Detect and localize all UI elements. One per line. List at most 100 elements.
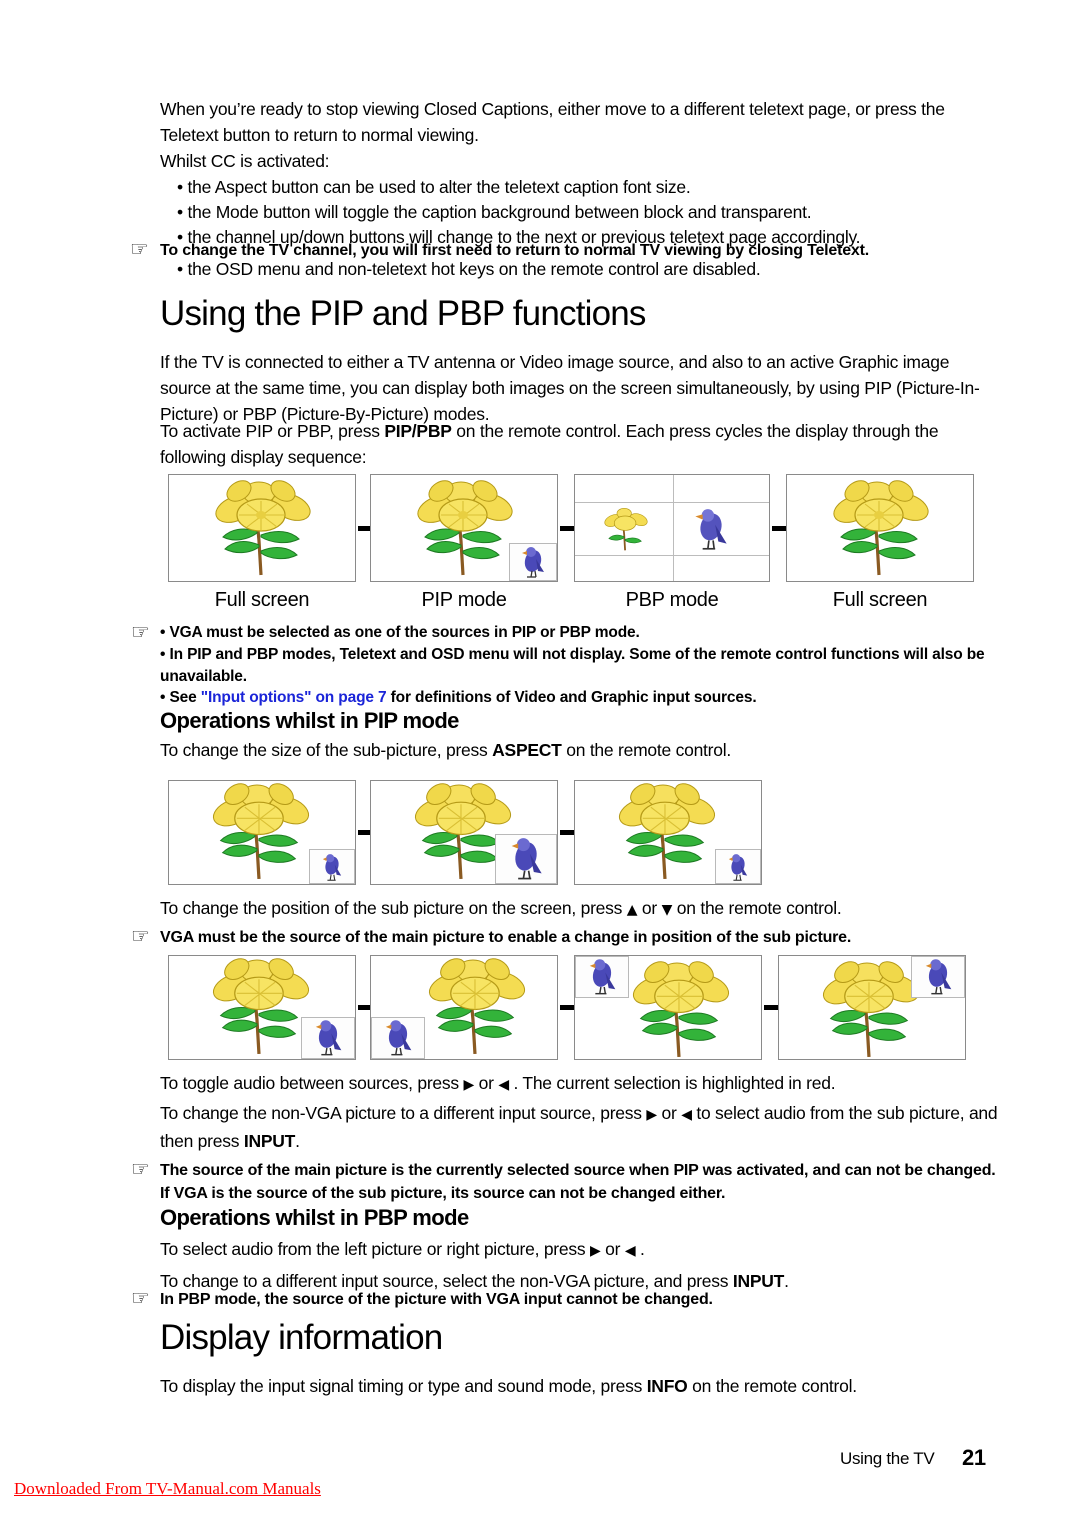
audio-para-a: To toggle audio between sources, press xyxy=(160,1073,464,1093)
tv-panel-pip-mode xyxy=(370,474,558,582)
arrow-left-icon: ◀ xyxy=(624,1243,636,1259)
pip-paragraph-1: If the TV is connected to either a TV an… xyxy=(160,352,980,424)
bird-image xyxy=(315,1020,342,1056)
bullet-glyph: • xyxy=(160,624,166,641)
tv-panel-pos-top-right xyxy=(778,955,966,1060)
caption-full-screen-1: Full screen xyxy=(214,589,310,611)
flower-image xyxy=(632,961,730,1058)
audio-para-mid: or xyxy=(474,1073,499,1093)
pip-paragraph-2: To activate PIP or PBP, press PIP/PBP on… xyxy=(160,418,1000,470)
subheading-pip-operations: Operations whilst in PIP mode xyxy=(160,708,459,733)
tv-panel-pos-bottom-right xyxy=(168,955,356,1060)
pip-position-note: VGA must be the source of the main pictu… xyxy=(160,929,852,946)
tv-panel-size-3 xyxy=(574,780,762,885)
position-para-b: on the remote control. xyxy=(672,898,842,918)
intro-bullet-4: • the OSD menu and non-teletext hot keys… xyxy=(177,256,992,282)
intro-paragraph-1: When you’re ready to stop viewing Closed… xyxy=(160,99,945,145)
bullet-glyph: • xyxy=(177,259,183,279)
display-para-a: To display the input signal timing or ty… xyxy=(160,1376,647,1396)
bullet-glyph: • xyxy=(177,202,183,222)
pip-pbp-button-label: PIP/PBP xyxy=(384,421,452,441)
arrow-right-icon: ▶ xyxy=(646,1107,657,1123)
pip-ops-size-paragraph: To change the size of the sub-picture, p… xyxy=(160,737,1000,763)
intro-paragraph-2: Whilst CC is activated: xyxy=(160,151,330,171)
display-info-paragraph: To display the input signal timing or ty… xyxy=(160,1373,1005,1399)
flower-image xyxy=(428,958,526,1055)
intro-bullet-4-label: the OSD menu and non-teletext hot keys o… xyxy=(187,259,761,279)
bird-image xyxy=(589,959,616,995)
pbp-note: In PBP mode, the source of the picture w… xyxy=(160,1291,713,1308)
manual-page: When you’re ready to stop viewing Closed… xyxy=(0,0,1080,1528)
flower-image xyxy=(212,783,310,880)
pointing-hand-icon: ☞ xyxy=(131,620,150,644)
bird-image xyxy=(695,509,727,550)
sub-picture-large xyxy=(495,834,557,884)
position-para-a: To change the position of the sub pictur… xyxy=(160,898,627,918)
arrow-right-icon: ▶ xyxy=(463,1077,475,1093)
size-para-c: on the remote control. xyxy=(561,740,731,760)
pbp-input-c: . xyxy=(784,1271,789,1291)
bullet-glyph: • xyxy=(160,689,166,706)
sub-picture-small xyxy=(715,849,761,884)
pointing-hand-icon: ☞ xyxy=(130,237,149,261)
flower-image-small xyxy=(604,508,648,551)
arrow-left-icon: ◀ xyxy=(681,1107,692,1123)
input-para-a: To change the non-VGA picture to a diffe… xyxy=(160,1103,647,1123)
bird-image xyxy=(322,854,342,881)
pip-p2-part-a: To activate PIP or PBP, press xyxy=(160,421,385,441)
tv-panel-pbp-mode xyxy=(574,474,770,582)
arrow-right-icon: ▶ xyxy=(589,1243,601,1259)
pbp-audio-paragraph: To select audio from the left picture or… xyxy=(160,1236,1005,1264)
bullet-glyph: • xyxy=(160,646,166,663)
input-options-link[interactable]: "Input options" on page 7 xyxy=(201,689,387,706)
bird-image xyxy=(925,959,952,995)
page-title-pip: Using the PIP and PBP functions xyxy=(160,294,646,333)
subheading-pbp-operations: Operations whilst in PBP mode xyxy=(160,1205,469,1230)
tv-panel-full-screen-2 xyxy=(786,474,974,582)
caption-pip-mode: PIP mode xyxy=(421,589,507,611)
tv-panel-pos-bottom-left xyxy=(370,955,558,1060)
pip-note-1: • VGA must be selected as one of the sou… xyxy=(160,622,1005,644)
sub-picture-bottom-right xyxy=(509,543,557,581)
footer-section-label: Using the TV xyxy=(840,1449,935,1468)
sub-picture-top-right xyxy=(911,956,965,998)
caption-pbp-mode: PBP mode xyxy=(625,589,719,611)
intro-bullet-2: • the Mode button will toggle the captio… xyxy=(177,199,987,225)
pbp-input-a: To change to a different input source, s… xyxy=(160,1271,733,1291)
audio-para-b: . The current selection is highlighted i… xyxy=(508,1073,836,1093)
page-title-display-info: Display information xyxy=(160,1318,443,1357)
intro-bullet-1: • the Aspect button can be used to alter… xyxy=(177,174,987,200)
intro-bullet-2-label: the Mode button will toggle the caption … xyxy=(187,202,812,222)
pip-note-2-label: In PIP and PBP modes, Teletext and OSD m… xyxy=(160,646,985,685)
pip-note-3-prefix: See xyxy=(169,689,201,706)
input-para-d: . xyxy=(295,1131,300,1151)
pip-note-1-label: VGA must be selected as one of the sourc… xyxy=(169,624,640,641)
bird-image xyxy=(385,1020,412,1056)
pip-input-paragraph: To change the non-VGA picture to a diffe… xyxy=(160,1100,1005,1154)
footer-page-number: 21 xyxy=(962,1445,986,1470)
pointing-hand-icon: ☞ xyxy=(131,1157,150,1181)
pbp-audio-mid: or xyxy=(600,1239,625,1259)
pbp-divider xyxy=(673,475,674,581)
display-para-c: on the remote control. xyxy=(687,1376,857,1396)
tv-panel-size-2 xyxy=(370,780,558,885)
tv-panel-pos-top-left xyxy=(574,955,762,1060)
arrow-left-icon: ◀ xyxy=(498,1077,509,1093)
arrow-down-icon: ▼ xyxy=(661,902,673,918)
input-button-label: INPUT xyxy=(732,1271,785,1291)
intro-bullet-1-label: the Aspect button can be used to alter t… xyxy=(187,177,691,197)
pip-audio-paragraph: To toggle audio between sources, press ▶… xyxy=(160,1070,1005,1098)
bullet-glyph: • xyxy=(177,177,183,197)
input-para-mid: or xyxy=(656,1103,682,1123)
pointing-hand-icon: ☞ xyxy=(131,1286,150,1310)
tv-panel-full-screen-1 xyxy=(168,474,356,582)
pip-note-3-suffix: for definitions of Video and Graphic inp… xyxy=(386,689,757,706)
sub-picture-top-left xyxy=(575,956,629,998)
pip-source-note: The source of the main picture is the cu… xyxy=(160,1162,996,1202)
info-button-label: INFO xyxy=(646,1376,688,1396)
tv-panel-size-1 xyxy=(168,780,356,885)
sub-picture-bottom-right xyxy=(301,1017,355,1059)
download-watermark[interactable]: Downloaded From TV-Manual.com Manuals xyxy=(14,1479,321,1499)
pip-note-2: • In PIP and PBP modes, Teletext and OSD… xyxy=(160,644,1005,687)
arrow-up-icon: ▲ xyxy=(626,902,638,918)
